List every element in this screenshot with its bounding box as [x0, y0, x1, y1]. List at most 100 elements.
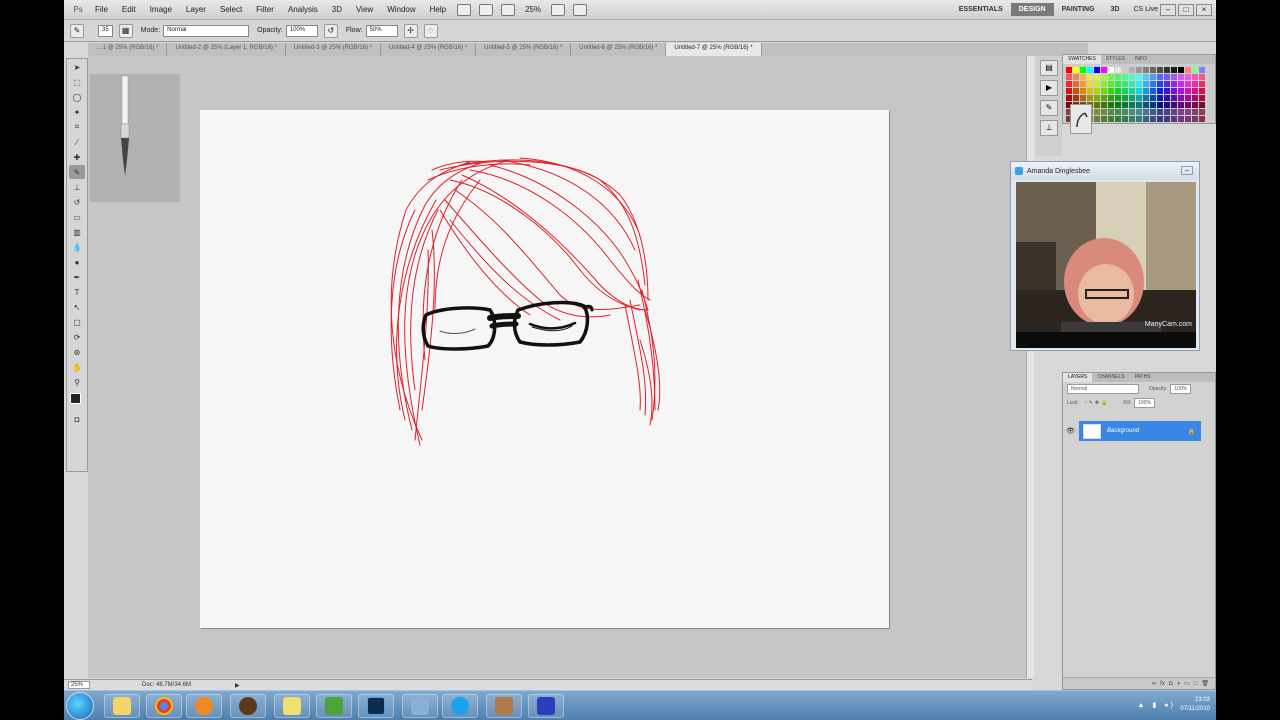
taskbar-manycam[interactable] — [528, 694, 564, 718]
taskbar-app-10[interactable] — [486, 694, 522, 718]
color-swatch[interactable] — [1164, 116, 1170, 122]
color-swatch[interactable] — [1101, 102, 1107, 108]
blur-tool-icon[interactable]: 💧 — [69, 240, 85, 254]
color-swatch[interactable] — [1129, 109, 1135, 115]
color-swatch[interactable] — [1185, 109, 1191, 115]
color-swatch[interactable] — [1080, 95, 1086, 101]
color-swatch[interactable] — [1164, 88, 1170, 94]
start-button[interactable] — [66, 692, 94, 720]
color-swatch[interactable] — [1066, 95, 1072, 101]
color-swatch[interactable] — [1115, 67, 1121, 73]
menu-window[interactable]: Window — [380, 5, 422, 14]
color-swatch[interactable] — [1143, 67, 1149, 73]
color-swatch[interactable] — [1129, 102, 1135, 108]
airbrush-icon[interactable]: ✢ — [403, 23, 418, 38]
color-swatch[interactable] — [1080, 74, 1086, 80]
color-swatch[interactable] — [1192, 74, 1198, 80]
color-swatch[interactable] — [1101, 116, 1107, 122]
pressure-size-icon[interactable]: ◌ — [423, 23, 438, 38]
color-swatch[interactable] — [1164, 102, 1170, 108]
color-swatch[interactable] — [1122, 88, 1128, 94]
color-swatch[interactable] — [1178, 102, 1184, 108]
bridge-icon[interactable] — [457, 3, 472, 16]
color-swatch[interactable] — [1150, 116, 1156, 122]
color-swatch[interactable] — [1164, 74, 1170, 80]
status-zoom[interactable]: 25% — [68, 681, 90, 689]
eyedropper-tool-icon[interactable]: ⁄ — [69, 135, 85, 149]
status-menu-arrow-icon[interactable]: ▶ — [235, 682, 240, 689]
zoom-level-dropdown[interactable]: 25% — [525, 5, 541, 14]
color-swatch[interactable] — [1136, 95, 1142, 101]
color-swatch[interactable] — [1199, 67, 1205, 73]
menu-select[interactable]: Select — [213, 5, 249, 14]
color-swatch[interactable] — [1108, 116, 1114, 122]
taskbar-utorrent[interactable] — [316, 694, 352, 718]
system-tray-icons[interactable]: ▲ ▮ ◂) — [1137, 701, 1176, 709]
color-swatch[interactable] — [1192, 67, 1198, 73]
color-swatch[interactable] — [1185, 116, 1191, 122]
color-swatch[interactable] — [1192, 95, 1198, 101]
new-group-icon[interactable]: ▭ — [1184, 680, 1190, 687]
pressure-opacity-icon[interactable]: ↺ — [323, 23, 338, 38]
color-swatch[interactable] — [1178, 116, 1184, 122]
color-swatch[interactable] — [1087, 81, 1093, 87]
color-swatch[interactable] — [1073, 74, 1079, 80]
menu-image[interactable]: Image — [143, 5, 179, 14]
color-swatch[interactable] — [1171, 116, 1177, 122]
webcam-window[interactable]: Amanda Dinglesbee – ManyCam.com — [1010, 161, 1200, 351]
blend-mode-select[interactable]: Normal — [1067, 384, 1139, 394]
taskbar-skype[interactable] — [442, 694, 478, 718]
color-swatch[interactable] — [1087, 67, 1093, 73]
color-swatch[interactable] — [1108, 74, 1114, 80]
color-swatch[interactable] — [1066, 88, 1072, 94]
tab-document-1[interactable]: ... 1 @ 25% (RGB/16) * — [88, 43, 168, 56]
foreground-color-swatch[interactable] — [70, 393, 81, 404]
color-swatch[interactable] — [1199, 102, 1205, 108]
color-swatch[interactable] — [1122, 109, 1128, 115]
color-swatch[interactable] — [1185, 74, 1191, 80]
color-swatch[interactable] — [1199, 81, 1205, 87]
eraser-tool-icon[interactable]: ▭ — [69, 210, 85, 224]
menu-analysis[interactable]: Analysis — [281, 5, 325, 14]
workspace-design[interactable]: DESIGN — [1010, 3, 1054, 16]
color-swatch[interactable] — [1178, 95, 1184, 101]
color-swatch[interactable] — [1143, 88, 1149, 94]
color-swatch[interactable] — [1129, 95, 1135, 101]
color-swatch[interactable] — [1171, 67, 1177, 73]
color-swatch[interactable] — [1122, 67, 1128, 73]
taskbar-app-5[interactable] — [274, 694, 310, 718]
color-swatch[interactable] — [1094, 109, 1100, 115]
layer-style-icon[interactable]: fx — [1160, 681, 1165, 687]
color-swatch[interactable] — [1171, 88, 1177, 94]
workspace-essentials[interactable]: ESSENTIALS — [951, 3, 1011, 16]
color-swatch[interactable] — [1136, 81, 1142, 87]
color-swatch[interactable] — [1164, 81, 1170, 87]
layer-row-background[interactable]: Background 🔒 — [1079, 421, 1201, 441]
brush-mini-panel[interactable] — [1070, 104, 1092, 134]
color-swatch[interactable] — [1115, 116, 1121, 122]
brush-tool-preset-icon[interactable]: ✎ — [70, 23, 84, 38]
color-swatch[interactable] — [1101, 74, 1107, 80]
color-swatch[interactable] — [1192, 102, 1198, 108]
color-swatch[interactable] — [1171, 102, 1177, 108]
color-swatch[interactable] — [1115, 109, 1121, 115]
color-swatch[interactable] — [1150, 88, 1156, 94]
color-swatch[interactable] — [1094, 88, 1100, 94]
color-swatch[interactable] — [1087, 95, 1093, 101]
color-swatch[interactable] — [1178, 88, 1184, 94]
tab-document-3[interactable]: Untitled-3 @ 25% (RGB/16) * — [286, 43, 382, 56]
color-swatch[interactable] — [1143, 102, 1149, 108]
color-swatch[interactable] — [1108, 95, 1114, 101]
pen-tool-icon[interactable]: ✒ — [69, 270, 85, 284]
taskbar-media-player[interactable] — [186, 694, 222, 718]
color-swatch[interactable] — [1129, 81, 1135, 87]
color-swatch[interactable] — [1129, 67, 1135, 73]
color-swatch[interactable] — [1080, 81, 1086, 87]
color-swatch[interactable] — [1087, 74, 1093, 80]
color-swatch[interactable] — [1178, 74, 1184, 80]
3d-rotate-tool-icon[interactable]: ⟳ — [69, 330, 85, 344]
color-swatch[interactable] — [1157, 81, 1163, 87]
close-button[interactable]: × — [1196, 3, 1212, 16]
tab-document-5[interactable]: Untitled-5 @ 25% (RGB/16) * — [476, 43, 572, 56]
color-swatch[interactable] — [1157, 102, 1163, 108]
